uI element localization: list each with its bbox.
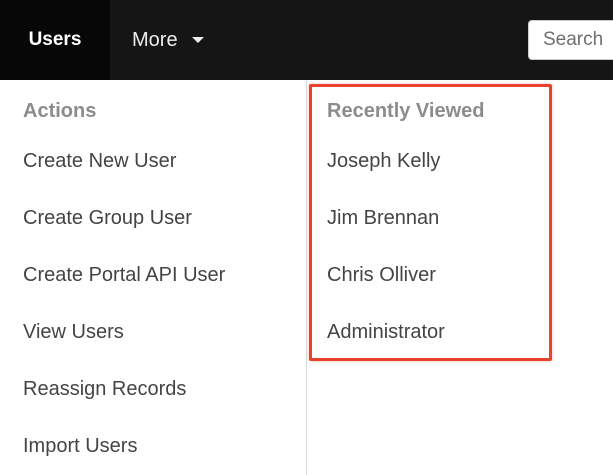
top-navbar: Users More	[0, 0, 613, 80]
recent-item-administrator[interactable]: Administrator	[327, 321, 445, 344]
menu-item-import-users[interactable]: Import Users	[23, 435, 137, 458]
more-menu[interactable]: More	[132, 0, 204, 80]
menu-item-create-new-user[interactable]: Create New User	[23, 150, 176, 173]
caret-down-icon	[191, 36, 204, 43]
recent-item-jim-brennan[interactable]: Jim Brennan	[327, 207, 439, 230]
recently-viewed-header: Recently Viewed	[327, 100, 485, 122]
users-tab[interactable]: Users	[0, 0, 110, 80]
search-input[interactable]	[528, 20, 613, 60]
menu-item-create-portal-api-user[interactable]: Create Portal API User	[23, 264, 225, 287]
menu-item-create-group-user[interactable]: Create Group User	[23, 207, 192, 230]
recent-item-joseph-kelly[interactable]: Joseph Kelly	[327, 150, 440, 173]
more-label: More	[132, 29, 178, 51]
recent-item-chris-olliver[interactable]: Chris Olliver	[327, 264, 436, 287]
menu-item-reassign-records[interactable]: Reassign Records	[23, 378, 186, 401]
actions-header: Actions	[23, 100, 97, 122]
menu-item-view-users[interactable]: View Users	[23, 321, 124, 344]
column-divider	[306, 80, 307, 475]
